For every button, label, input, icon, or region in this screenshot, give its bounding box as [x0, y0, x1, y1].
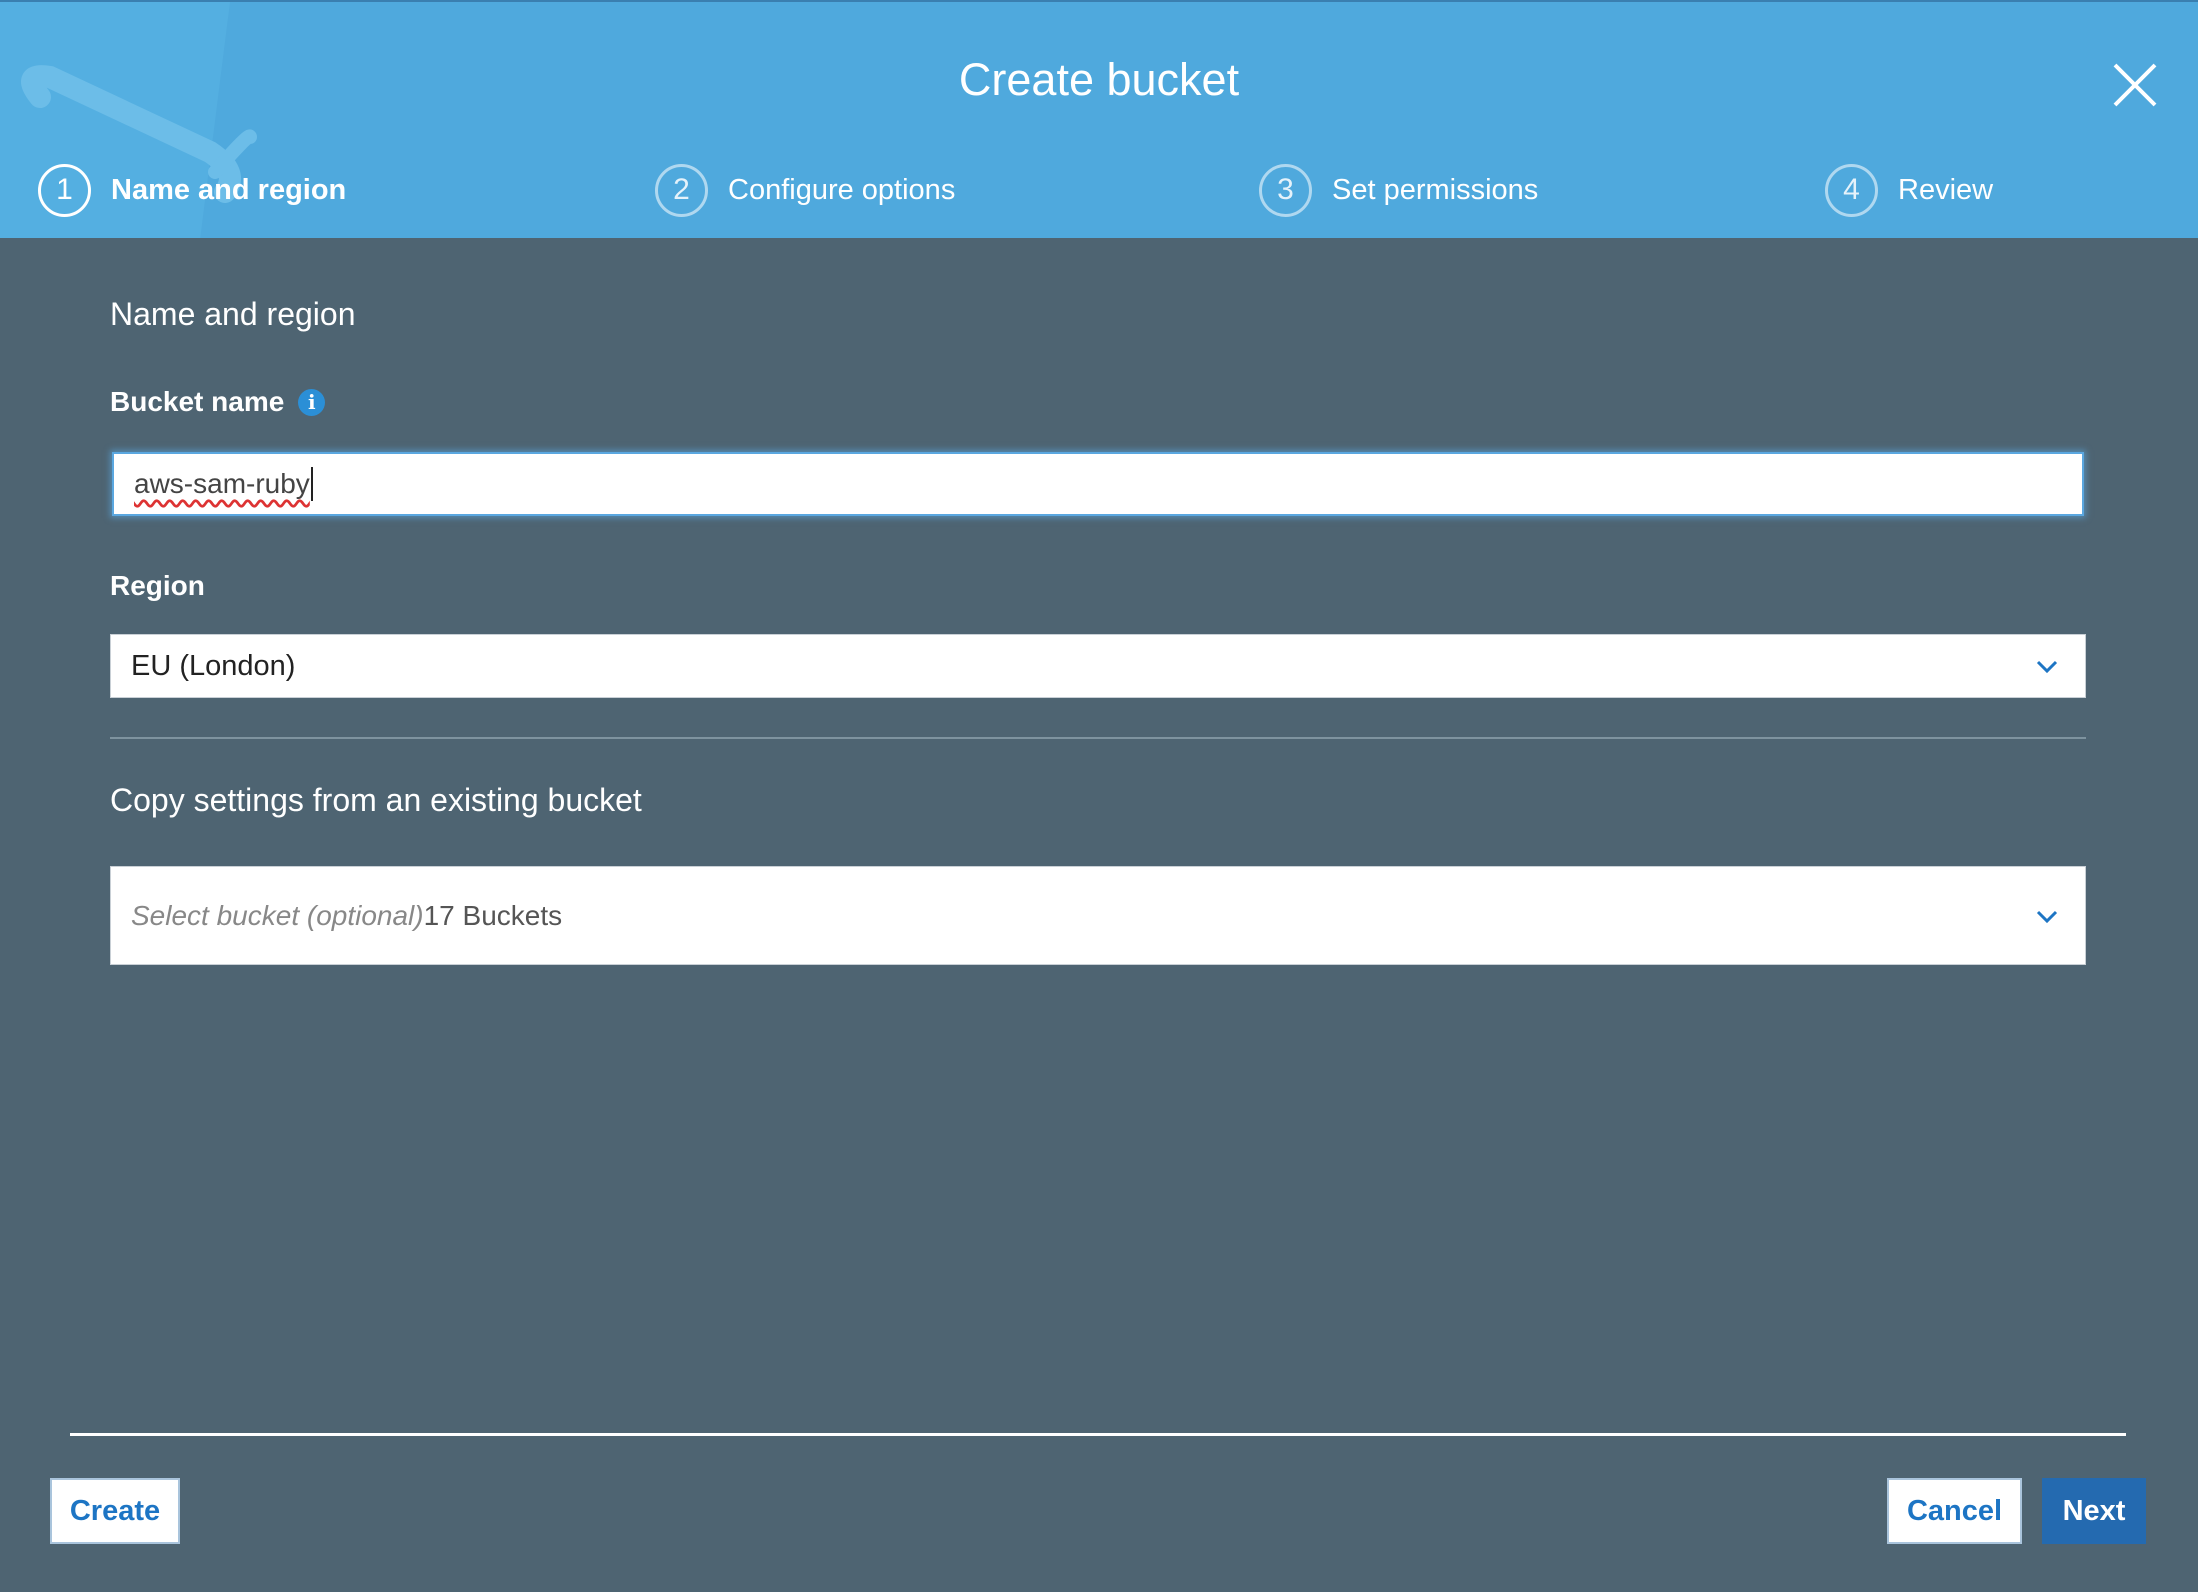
wizard-header: Create bucket 1 Name and region 2 Config…	[0, 0, 2198, 238]
close-icon[interactable]	[2110, 60, 2160, 110]
chevron-down-icon	[2036, 910, 2058, 923]
step-2-number: 2	[655, 163, 708, 217]
bucket-name-label-text: Bucket name	[110, 386, 285, 417]
step-4-number: 4	[1825, 163, 1878, 217]
text-caret	[310, 467, 313, 501]
region-select[interactable]: EU (London)	[110, 634, 2086, 698]
chevron-down-icon	[2036, 660, 2058, 674]
cancel-button[interactable]: Cancel	[1887, 1478, 2022, 1544]
section-title: Name and region	[110, 296, 356, 332]
section-divider	[110, 737, 2086, 739]
step-3-label: Set permissions	[1332, 173, 1539, 206]
step-4-label: Review	[1898, 173, 1994, 206]
step-set-permissions[interactable]: 3 Set permissions	[1259, 162, 1538, 218]
bucket-name-input[interactable]: aws-sam-ruby	[112, 452, 2084, 516]
bucket-count: 17 Buckets	[423, 899, 563, 931]
region-value: EU (London)	[131, 649, 296, 682]
step-configure-options[interactable]: 2 Configure options	[655, 162, 955, 218]
bucket-name-label: Bucket name i	[110, 386, 326, 418]
dialog-title: Create bucket	[958, 54, 1240, 105]
copy-bucket-placeholder: Select bucket (optional)	[131, 899, 424, 931]
create-button[interactable]: Create	[50, 1478, 180, 1544]
copy-settings-title: Copy settings from an existing bucket	[110, 782, 642, 818]
footer-divider	[70, 1433, 2126, 1436]
step-review[interactable]: 4 Review	[1825, 162, 1993, 218]
step-2-label: Configure options	[728, 173, 956, 206]
info-icon[interactable]: i	[298, 388, 326, 416]
step-1-number: 1	[38, 163, 91, 217]
step-name-and-region[interactable]: 1 Name and region	[38, 162, 346, 218]
step-1-label: Name and region	[111, 173, 347, 206]
bucket-name-value: aws-sam-ruby	[134, 468, 310, 499]
region-label: Region	[110, 570, 205, 601]
next-button[interactable]: Next	[2042, 1478, 2146, 1544]
step-3-number: 3	[1259, 163, 1312, 217]
copy-bucket-select[interactable]: Select bucket (optional) 17 Buckets	[110, 866, 2086, 965]
